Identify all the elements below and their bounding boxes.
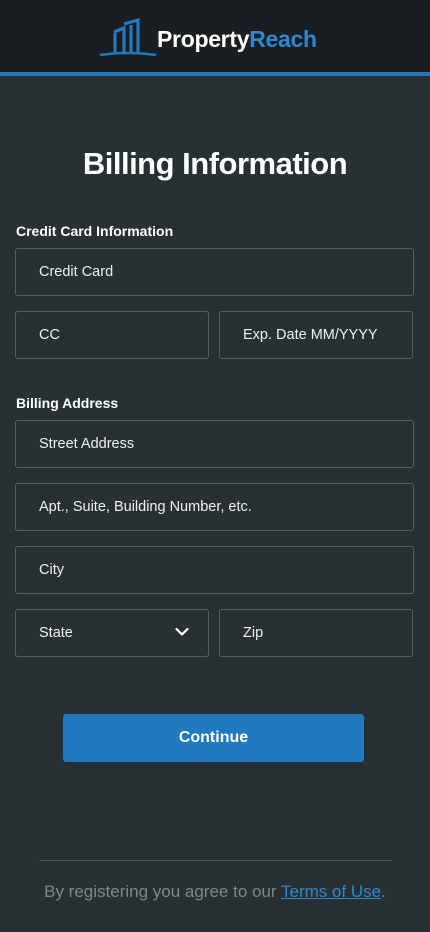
brand-logo[interactable]: PropertyReach xyxy=(98,18,317,58)
expiry-date-input[interactable]: Exp. Date MM/YYYY xyxy=(219,311,413,359)
street-address-placeholder: Street Address xyxy=(39,436,135,452)
cvc-placeholder: CC xyxy=(39,327,60,343)
expiry-placeholder: Exp. Date MM/YYYY xyxy=(243,327,378,343)
credit-card-section-label: Credit Card Information xyxy=(16,223,174,239)
continue-button[interactable]: Continue xyxy=(63,714,364,762)
state-placeholder: State xyxy=(39,625,73,641)
city-input[interactable]: City xyxy=(15,546,414,594)
terms-notice-suffix: . xyxy=(381,882,386,901)
terms-notice-text: By registering you agree to our xyxy=(44,882,281,901)
zip-placeholder: Zip xyxy=(243,625,264,641)
state-select[interactable]: State xyxy=(15,609,209,657)
cvc-input[interactable]: CC xyxy=(15,311,209,359)
footer-divider xyxy=(39,860,392,861)
terms-of-use-link[interactable]: Terms of Use xyxy=(281,882,381,901)
city-placeholder: City xyxy=(39,562,64,578)
brand-name: PropertyReach xyxy=(157,25,317,52)
zip-input[interactable]: Zip xyxy=(219,609,413,657)
terms-notice: By registering you agree to our Terms of… xyxy=(0,882,430,902)
chevron-down-icon xyxy=(175,627,189,637)
apt-suite-input[interactable]: Apt., Suite, Building Number, etc. xyxy=(15,483,414,531)
page-title: Billing Information xyxy=(82,146,348,181)
credit-card-placeholder: Credit Card xyxy=(39,264,114,280)
street-address-input[interactable]: Street Address xyxy=(15,420,414,468)
billing-address-section-label: Billing Address xyxy=(16,395,119,411)
app-header: PropertyReach xyxy=(0,0,430,76)
apt-suite-placeholder: Apt., Suite, Building Number, etc. xyxy=(39,499,252,515)
buildings-icon xyxy=(98,18,158,58)
credit-card-number-input[interactable]: Credit Card xyxy=(15,248,414,296)
